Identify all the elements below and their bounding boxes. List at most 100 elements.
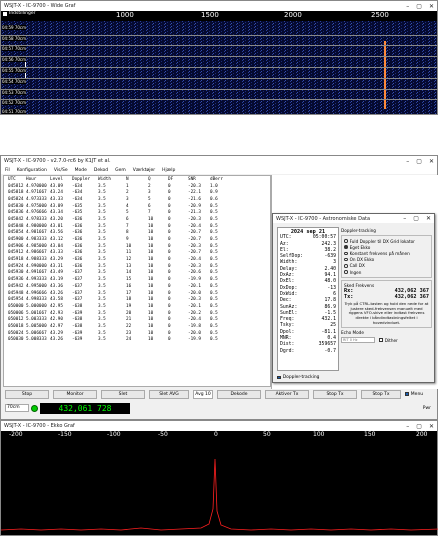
- minimize-icon[interactable]: –: [406, 3, 409, 10]
- table-cell: 0: [168, 297, 171, 303]
- menu-view[interactable]: Vis/Se: [54, 168, 68, 173]
- table-row[interactable]: 045824 4.973333 43.33 -634 3.5 3 5 0 -21.6 0.6: [4, 196, 270, 203]
- table-cell: 3.5: [98, 243, 106, 249]
- menu-file[interactable]: Fil: [5, 168, 10, 173]
- menu-decode[interactable]: Dekod: [94, 168, 108, 173]
- maximize-icon[interactable]: ▢: [416, 158, 422, 165]
- table-cell: -636: [72, 223, 83, 229]
- menu-save[interactable]: Gem: [115, 168, 126, 173]
- close-icon[interactable]: ✕: [429, 3, 434, 10]
- table-cell: 3: [148, 190, 151, 196]
- minimize-icon[interactable]: –: [406, 423, 409, 430]
- enable-tx-button[interactable]: Aktiver Tx: [265, 389, 309, 399]
- echo-results-table[interactable]: UTC Hour Level Doppler Width N Q DF SNR dBerr 045…: [3, 175, 271, 387]
- menu-config[interactable]: Konfiguration: [17, 168, 47, 173]
- table-cell: 24: [126, 337, 132, 343]
- table-cell: 0.5: [210, 270, 218, 276]
- menu-tools[interactable]: Værktøjer: [133, 168, 155, 173]
- scale-label: -100: [107, 431, 121, 438]
- table-row[interactable]: 050024 5.006667 43.29 -639 3.5 23 10 0 -20.0 0.5: [4, 330, 270, 337]
- avg-spinbox[interactable]: Avg 10: [193, 389, 213, 399]
- clear-avg-button[interactable]: Slet AVG: [149, 389, 189, 399]
- table-row[interactable]: 045900 4.983333 43.12 -636 3.5 9 10 0 -20.7 0.5: [4, 236, 270, 243]
- table-cell: 43.58: [50, 297, 63, 303]
- doppler-tracking-checkbox[interactable]: Doppler-tracking: [277, 375, 319, 380]
- table-cell: 10: [148, 243, 154, 249]
- settings-checkbox[interactable]: Indstillinger: [3, 11, 35, 16]
- table-cell: -20.7: [188, 230, 201, 236]
- waterfall-time-label: 04:57 70cm: [2, 46, 26, 51]
- echo-spectrum-plot[interactable]: [0, 439, 438, 535]
- table-cell: 3.5: [98, 210, 106, 216]
- table-cell: 43.49: [50, 270, 63, 276]
- minimize-icon[interactable]: –: [406, 158, 409, 165]
- table-row[interactable]: 045818 4.971667 43.24 -634 3.5 2 3 0 -22.1 0.9: [4, 189, 270, 196]
- table-row[interactable]: 045912 4.986667 43.33 -636 3.5 11 10 0 -20.7 0.5: [4, 250, 270, 257]
- table-row[interactable]: 045854 4.981667 43.56 -636 3.5 8 10 0 -20.7 0.5: [4, 230, 270, 237]
- table-cell: 42.90: [50, 317, 63, 323]
- close-icon[interactable]: ✕: [429, 423, 434, 430]
- scale-label: 200: [416, 431, 428, 438]
- astro-titlebar: WSJT-X - IC-9700 - Astronomiske Data – ▢ ✕: [273, 214, 434, 223]
- table-row[interactable]: 045842 4.978333 43.20 -636 3.5 6 10 0 -20.3 0.5: [4, 216, 270, 223]
- table-row[interactable]: 045948 4.996666 43.26 -637 3.5 17 10 0 -20.0 0.5: [4, 290, 270, 297]
- rit-combo[interactable]: RIT 0 Hz: [341, 337, 375, 344]
- table-cell: -637: [72, 277, 83, 283]
- table-cell: 43.09: [50, 183, 63, 189]
- stop-button[interactable]: Stop: [5, 389, 49, 399]
- table-cell: 0: [168, 223, 171, 229]
- table-row[interactable]: 045848 4.980000 43.01 -636 3.5 7 10 0 -20.4 0.5: [4, 223, 270, 230]
- decode-button[interactable]: Dekode: [217, 389, 261, 399]
- dither-checkbox[interactable]: Dither: [379, 338, 398, 343]
- table-cell: 0.5: [210, 330, 218, 336]
- table-cell: 045906: [8, 243, 24, 249]
- menu-mode[interactable]: Mode: [75, 168, 87, 173]
- table-row[interactable]: 045906 4.985000 43.04 -636 3.5 10 10 0 -20.3 0.5: [4, 243, 270, 250]
- doppler-option[interactable]: Ingen: [344, 269, 429, 275]
- menu-checkbox[interactable]: Menu: [405, 392, 423, 397]
- table-cell: 5.003333: [26, 317, 47, 323]
- table-row[interactable]: 045830 4.975000 43.09 -635 3.5 4 6 0 -20.9 0.5: [4, 203, 270, 210]
- table-row[interactable]: 045936 4.993333 43.19 -637 3.5 15 10 0 -19.9 0.5: [4, 276, 270, 283]
- table-row[interactable]: 045924 4.990000 43.31 -636 3.5 13 10 0 -20.3 0.5: [4, 263, 270, 270]
- table-cell: 4.976666: [26, 210, 47, 216]
- table-cell: 4.991667: [26, 270, 47, 276]
- maximize-icon[interactable]: ▢: [413, 215, 419, 222]
- table-cell: 7: [126, 223, 129, 229]
- maximize-icon[interactable]: ▢: [416, 3, 422, 10]
- table-cell: 5: [148, 196, 151, 202]
- table-row[interactable]: 045836 4.976666 43.34 -635 3.5 5 7 0 -21.3 0.5: [4, 209, 270, 216]
- band-combo[interactable]: 70cm: [5, 404, 29, 412]
- table-cell: 3.5: [98, 290, 106, 296]
- table-row[interactable]: 050018 5.005000 42.97 -638 3.5 22 10 0 -19.8 0.5: [4, 323, 270, 330]
- close-icon[interactable]: ✕: [426, 215, 431, 222]
- waterfall-display[interactable]: 04:59 70cm 04:58 70cm 04:57 70cm 04:56 7…: [1, 21, 437, 114]
- clear-button[interactable]: Slet: [101, 389, 145, 399]
- stop-tx-button[interactable]: Stop Tx: [313, 389, 357, 399]
- scale-label: 150: [364, 431, 376, 438]
- waterfall-time-label: 04:56 70cm: [2, 57, 26, 62]
- table-row[interactable]: 050030 5.008333 43.26 -639 3.5 24 10 0 -19.9 0.5: [4, 337, 270, 344]
- table-cell: 3.5: [98, 203, 106, 209]
- astro-data-window: WSJT-X - IC-9700 - Astronomiske Data – ▢ ✕…: [272, 213, 435, 383]
- table-cell: 10: [148, 257, 154, 263]
- table-cell: 0: [168, 243, 171, 249]
- monitor-button[interactable]: Monitor: [53, 389, 97, 399]
- table-row[interactable]: 050012 5.003333 42.90 -638 3.5 21 10 0 -20.4 0.5: [4, 316, 270, 323]
- table-row[interactable]: 045930 4.991667 43.49 -637 3.5 14 10 0 -20.6 0.5: [4, 270, 270, 277]
- table-row[interactable]: 050006 5.001667 42.93 -639 3.5 20 10 0 -20.2 0.5: [4, 310, 270, 317]
- table-row[interactable]: 045812 4.970000 43.09 -634 3.5 1 2 0 -20.3 1.0: [4, 183, 270, 190]
- table-row[interactable]: 045942 4.995000 43.36 -637 3.5 16 10 0 -20.1 0.5: [4, 283, 270, 290]
- close-icon[interactable]: ✕: [429, 158, 434, 165]
- minimize-icon[interactable]: –: [403, 215, 406, 222]
- maximize-icon[interactable]: ▢: [416, 423, 422, 430]
- astro-row: Dgrd: -0.7: [280, 348, 336, 354]
- echo-title: WSJT-X - IC-9700 - Ekko Graf: [4, 423, 75, 429]
- table-cell: -637: [72, 283, 83, 289]
- table-row[interactable]: 045954 4.998333 43.58 -637 3.5 18 10 0 -20.3 0.5: [4, 296, 270, 303]
- table-row[interactable]: 050000 5.000000 42.95 -638 3.5 19 10 0 -20.1 0.5: [4, 303, 270, 310]
- menu-help[interactable]: Hjælp: [162, 168, 175, 173]
- table-row[interactable]: 045918 4.988333 43.29 -636 3.5 12 10 0 -20.4 0.5: [4, 256, 270, 263]
- table-cell: 4.980000: [26, 223, 47, 229]
- stop-tx-button-2[interactable]: Stop Tx: [361, 389, 401, 399]
